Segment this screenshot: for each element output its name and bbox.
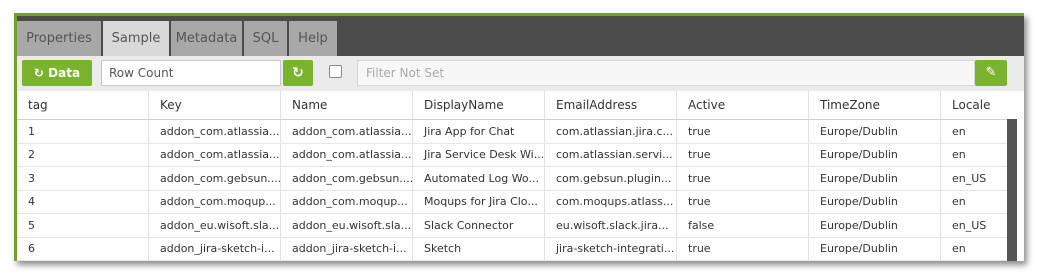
table-cell: Jira App for Chat <box>413 120 545 143</box>
table-row[interactable]: 3 addon_com.gebsun.... addon_com.gebsun.… <box>17 167 1007 191</box>
pencil-icon: ✎ <box>985 65 997 80</box>
table-cell: eu.wisoft.slack.jira... <box>545 214 677 237</box>
data-button-label: Data <box>48 66 81 80</box>
column-header[interactable]: EmailAddress <box>545 91 677 119</box>
table-cell: addon_com.gebsun.... <box>149 167 281 190</box>
table-cell: 4 <box>17 190 149 213</box>
tab-bar: Properties Sample Metadata SQL Help <box>17 16 1024 56</box>
table-cell: com.gebsun.plugin... <box>545 167 677 190</box>
filter-input[interactable]: Filter Not Set <box>357 60 975 86</box>
table-cell: Moqups for Jira Clo... <box>413 190 545 213</box>
tab-sample[interactable]: Sample <box>103 21 171 56</box>
column-header[interactable]: Locale <box>941 91 1007 119</box>
table-cell: addon_com.moqup... <box>281 190 413 213</box>
table-cell: addon_com.atlassia... <box>149 143 281 166</box>
sample-panel: Properties Sample Metadata SQL Help ↻ Da… <box>14 13 1024 261</box>
table-row[interactable]: 1 addon_com.atlassia... addon_com.atlass… <box>17 120 1007 144</box>
tab-sql[interactable]: SQL <box>244 21 289 56</box>
table-cell: false <box>677 214 809 237</box>
table-cell: addon_com.atlassia... <box>281 120 413 143</box>
table-header: tag Key Name DisplayName EmailAddress Ac… <box>17 91 1007 120</box>
filter-checkbox[interactable] <box>329 65 342 78</box>
refresh-icon: ↻ <box>33 66 44 80</box>
table-cell: en <box>952 148 966 162</box>
table-cell: en_US <box>952 171 987 185</box>
table-cell: Europe/Dublin <box>809 237 941 260</box>
table-cell: 1 <box>17 120 149 143</box>
refresh-icon: ↻ <box>292 65 304 81</box>
tab-metadata[interactable]: Metadata <box>171 21 244 56</box>
table-cell: addon_jira-sketch-i... <box>149 237 281 260</box>
table-cell: addon_com.moqup... <box>149 190 281 213</box>
table-cell: en <box>952 195 966 209</box>
table-row[interactable]: 6 addon_jira-sketch-i... addon_jira-sket… <box>17 237 1007 261</box>
table-cell: Europe/Dublin <box>809 143 941 166</box>
table-cell: com.moqups.atlass... <box>545 190 677 213</box>
table-row[interactable]: 5 addon_eu.wisoft.sla... addon_eu.wisoft… <box>17 214 1007 238</box>
table-cell: addon_jira-sketch-i... <box>281 237 413 260</box>
table-cell: Sketch <box>413 237 545 260</box>
tab-properties[interactable]: Properties <box>17 21 103 56</box>
column-header[interactable]: tag <box>17 91 149 119</box>
table-cell: addon_com.atlassia... <box>149 120 281 143</box>
table-cell: addon_com.atlassia... <box>281 143 413 166</box>
column-header[interactable]: TimeZone <box>809 91 941 119</box>
table-cell: true <box>677 190 809 213</box>
table-cell: addon_com.gebsun.... <box>281 167 413 190</box>
toolbar: ↻ Data Row Count ↻ Filter Not Set ✎ <box>17 56 1024 91</box>
tab-help[interactable]: Help <box>289 21 339 56</box>
table-cell: true <box>677 120 809 143</box>
table-cell: com.atlassian.jira.c... <box>545 120 677 143</box>
column-header[interactable]: Name <box>281 91 413 119</box>
table-cell: Jira Service Desk Wi... <box>413 143 545 166</box>
refresh-row-count-button[interactable]: ↻ <box>283 60 313 86</box>
table-cell: addon_eu.wisoft.sla... <box>281 214 413 237</box>
table-cell: 6 <box>17 237 149 260</box>
scrollbar-thumb[interactable] <box>1007 119 1017 261</box>
row-count-input[interactable]: Row Count <box>101 60 281 86</box>
edit-filter-button[interactable]: ✎ <box>975 60 1007 86</box>
table-cell: true <box>677 167 809 190</box>
table-cell: true <box>677 143 809 166</box>
table-cell: Europe/Dublin <box>809 167 941 190</box>
table-cell: Automated Log Wo... <box>413 167 545 190</box>
table-cell: 5 <box>17 214 149 237</box>
table-cell: jira-sketch-integrati... <box>545 237 677 260</box>
data-button[interactable]: ↻ Data <box>22 60 92 86</box>
table-cell: addon_eu.wisoft.sla... <box>149 214 281 237</box>
table-cell: en <box>952 124 966 138</box>
table-cell: Europe/Dublin <box>809 214 941 237</box>
table-cell: com.atlassian.servi... <box>545 143 677 166</box>
table-cell: 3 <box>17 167 149 190</box>
vertical-scrollbar[interactable] <box>1007 119 1017 261</box>
table-cell: Europe/Dublin <box>809 120 941 143</box>
column-header[interactable]: Active <box>677 91 809 119</box>
column-header[interactable]: Key <box>149 91 281 119</box>
table-row[interactable]: 2 addon_com.atlassia... addon_com.atlass… <box>17 143 1007 167</box>
table-cell: Slack Connector <box>413 214 545 237</box>
sample-table: tag Key Name DisplayName EmailAddress Ac… <box>17 91 1007 261</box>
table-cell: true <box>677 237 809 260</box>
table-cell: Europe/Dublin <box>809 190 941 213</box>
column-header[interactable]: DisplayName <box>413 91 545 119</box>
table-cell: en_US <box>952 218 987 232</box>
table-cell: 2 <box>17 143 149 166</box>
table-row[interactable]: 4 addon_com.moqup... addon_com.moqup... … <box>17 190 1007 214</box>
table-cell: en <box>952 242 966 256</box>
